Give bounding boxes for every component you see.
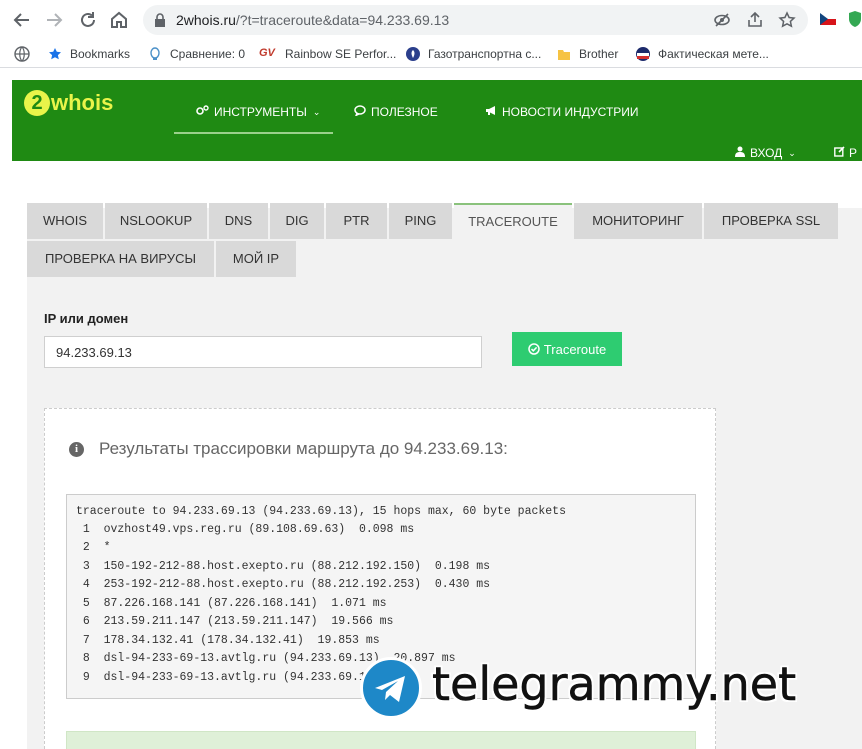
output-line: 3 150-192-212-88.host.exepto.ru (88.212.… (76, 560, 491, 573)
url-path: /?t=traceroute&data=94.233.69.13 (235, 12, 450, 28)
bookmark-label: Газотранспортна с... (428, 47, 542, 61)
menu-news-label: НОВОСТИ ИНДУСТРИИ (502, 105, 639, 119)
bookmark-label: Bookmarks (70, 47, 131, 61)
site-header: 2 whois ИНСТРУМЕНТЫ ⌄ ПОЛЕЗНОЕ НОВОСТИ И… (12, 80, 862, 161)
info-icon: i (69, 441, 84, 457)
output-line: traceroute to 94.233.69.13 (94.233.69.13… (76, 505, 566, 518)
output-line: 7 178.34.132.41 (178.34.132.41) 19.853 m… (76, 634, 380, 647)
czech-flag-icon[interactable] (820, 10, 838, 28)
gv-logo-icon: GV (259, 47, 275, 59)
check-circle-icon (528, 343, 540, 355)
shield-extension-icon[interactable] (848, 10, 862, 28)
watermark: telegrammy.net (360, 655, 860, 721)
tab-monitoring[interactable]: МОНИТОРИНГ (574, 203, 702, 239)
share-icon[interactable] (746, 11, 764, 29)
ip-domain-input[interactable] (44, 336, 482, 368)
tab-ping[interactable]: PING (389, 203, 452, 239)
site-logo[interactable]: 2 whois (24, 88, 113, 118)
output-line: 4 253-192-212-88.host.exepto.ru (88.212.… (76, 578, 491, 591)
register-label: Р (849, 146, 858, 160)
gears-icon (196, 105, 209, 119)
tab-ssl-check[interactable]: ПРОВЕРКА SSL (704, 203, 838, 239)
output-line: 5 87.226.168.141 (87.226.168.141) 1.071 … (76, 597, 387, 610)
megaphone-icon (485, 105, 497, 119)
tab-traceroute[interactable]: TRACEROUTE (454, 203, 572, 239)
star-bookmark-icon[interactable] (778, 11, 796, 29)
logo-digit: 2 (24, 90, 50, 116)
tab-ptr[interactable]: PTR (326, 203, 387, 239)
home-icon[interactable] (108, 9, 130, 31)
edit-icon (834, 146, 845, 160)
menu-news[interactable]: НОВОСТИ ИНДУСТРИИ (485, 105, 639, 119)
success-alert (66, 731, 696, 749)
folder-icon (557, 47, 571, 61)
flame-icon (406, 47, 420, 61)
active-menu-underline (174, 132, 333, 134)
traceroute-button-label: Traceroute (543, 341, 607, 357)
watermark-text: telegrammy.net (432, 657, 797, 712)
comment-icon (354, 105, 366, 119)
menu-tools-label: ИНСТРУМЕНТЫ (214, 105, 307, 119)
bulb-icon (148, 47, 162, 61)
ip-field-label: IP или домен (44, 311, 129, 326)
url-text: 2whois.ru/?t=traceroute&data=94.233.69.1… (176, 12, 449, 28)
apps-icon[interactable] (14, 45, 30, 63)
star-icon (48, 47, 62, 61)
bookmark-label: Brother (579, 47, 619, 61)
bookmark-item[interactable]: Фактическая мете... (636, 45, 769, 63)
bookmark-item[interactable]: Газотранспортна с... (406, 45, 541, 63)
bookmark-label: Фактическая мете... (658, 47, 769, 61)
bookmark-label: Сравнение: 0 (170, 47, 246, 61)
back-arrow-icon[interactable] (11, 9, 33, 31)
reload-icon[interactable] (77, 9, 99, 31)
user-icon (735, 146, 745, 160)
login-label: ВХОД (750, 146, 783, 160)
result-title-text: Результаты трассировки маршрута до 94.23… (99, 439, 508, 458)
bookmark-item[interactable]: Bookmarks (48, 45, 130, 63)
tab-virus-check[interactable]: ПРОВЕРКА НА ВИРУСЫ (27, 241, 214, 277)
result-heading: i Результаты трассировки маршрута до 94.… (69, 439, 508, 459)
menu-useful-label: ПОЛЕЗНОЕ (371, 105, 438, 119)
output-line: 9 dsl-94-233-69-13.avtlg.ru (94.233.69.1… (76, 671, 380, 684)
traceroute-button[interactable]: Traceroute (512, 332, 622, 366)
tab-dig[interactable]: DIG (270, 203, 324, 239)
login-menu[interactable]: ВХОД ⌄ (735, 146, 796, 160)
bookmarks-bar: Bookmarks Сравнение: 0 GV Rainbow SE Per… (0, 40, 862, 68)
chevron-down-icon: ⌄ (312, 106, 321, 117)
output-line: 1 ovzhost49.vps.reg.ru (89.108.69.63) 0.… (76, 523, 415, 536)
menu-tools[interactable]: ИНСТРУМЕНТЫ ⌄ (196, 105, 320, 119)
address-bar[interactable]: 2whois.ru/?t=traceroute&data=94.233.69.1… (143, 5, 808, 35)
menu-useful[interactable]: ПОЛЕЗНОЕ (354, 105, 438, 119)
forward-arrow-icon[interactable] (43, 9, 65, 31)
logo-text: whois (51, 90, 114, 115)
telegram-logo-icon (360, 657, 422, 719)
lock-icon[interactable] (153, 12, 167, 28)
tab-whois[interactable]: WHOIS (27, 203, 103, 239)
tab-nslookup[interactable]: NSLOOKUP (105, 203, 207, 239)
chevron-down-icon: ⌄ (788, 147, 796, 158)
output-line: 2 * (76, 541, 111, 554)
output-line: 6 213.59.211.147 (213.59.211.147) 19.566… (76, 615, 394, 628)
bookmark-item[interactable]: Сравнение: 0 (148, 45, 245, 63)
weather-icon (636, 47, 650, 61)
browser-toolbar: 2whois.ru/?t=traceroute&data=94.233.69.1… (0, 0, 862, 40)
tab-dns[interactable]: DNS (209, 203, 268, 239)
register-link[interactable]: Р (834, 146, 857, 160)
tab-my-ip[interactable]: МОЙ IP (216, 241, 296, 277)
bookmark-item[interactable]: GV Rainbow SE Perfor... (259, 45, 396, 63)
bookmark-item[interactable]: Brother (557, 45, 618, 63)
eye-off-icon[interactable] (713, 11, 731, 29)
url-host: 2whois.ru (176, 12, 236, 28)
bookmark-label: Rainbow SE Perfor... (285, 47, 397, 61)
